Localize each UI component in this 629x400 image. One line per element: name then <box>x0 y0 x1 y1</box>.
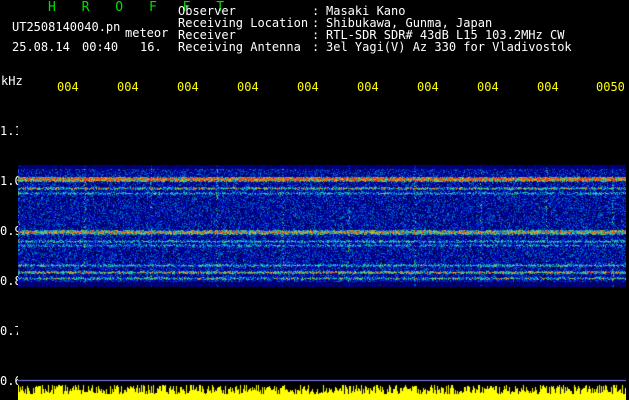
file-tag: meteor <box>125 26 169 40</box>
time-tick-label: 004 <box>237 80 259 94</box>
signal-level-strip <box>18 378 626 400</box>
time-tick-label: 0050 <box>596 80 625 94</box>
time-tick-label: 004 <box>357 80 379 94</box>
freq-unit-label: kHz <box>1 74 23 88</box>
time-tick-label: 004 <box>117 80 139 94</box>
time-tick-label: 004 <box>57 80 79 94</box>
meta-antenna-colon: : <box>312 40 320 54</box>
file-index: 16. <box>140 40 162 54</box>
time-tick-label: 004 <box>177 80 199 94</box>
file-date: 25.08.14 <box>12 40 70 54</box>
time-tick-label: 004 <box>297 80 319 94</box>
time-tick-label: 004 <box>537 80 559 94</box>
file-name: UT2508140040.pn <box>12 20 121 34</box>
meta-antenna-label: Receiving Antenna <box>178 40 301 54</box>
time-tick-label: 004 <box>417 80 439 94</box>
time-tick-label: 004 <box>477 80 499 94</box>
spectrogram-display <box>18 95 626 378</box>
file-time: 00:40 <box>82 40 119 54</box>
meta-antenna-value: 3el Yagi(V) Az 330 for Vladivostok <box>326 40 572 54</box>
